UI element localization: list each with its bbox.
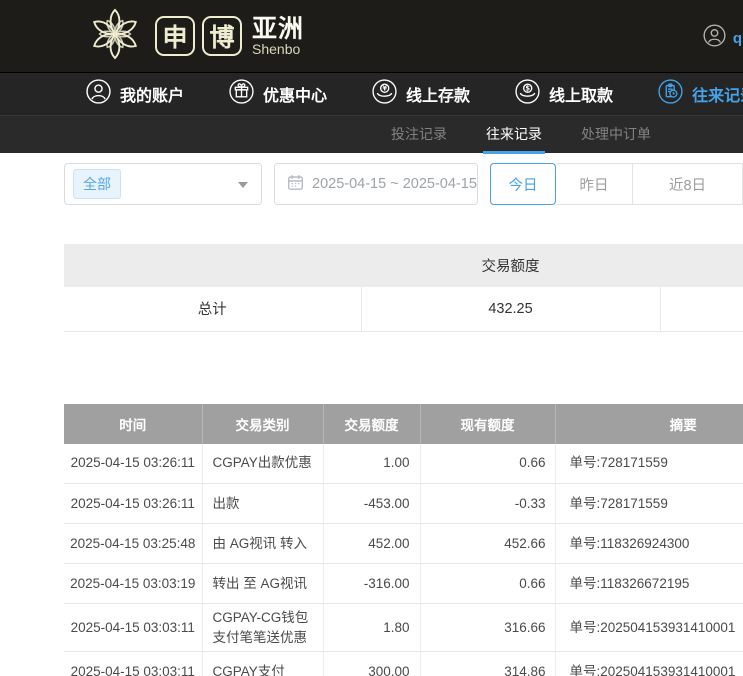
account-area[interactable]: q	[703, 24, 742, 52]
cell-type: 转出 至 AG视讯	[202, 564, 323, 604]
cell-amount: 1.00	[323, 444, 420, 484]
table-row: 2025-04-15 03:03:11 CGPAY-CG钱包支付笔笔送优惠 1.…	[64, 604, 743, 652]
cell-time: 2025-04-15 03:03:19	[64, 564, 202, 604]
table-row: 2025-04-15 03:03:11 CGPAY支付 300.00 314.8…	[64, 652, 743, 676]
nav-item-transaction-records[interactable]: 往来记录	[658, 79, 743, 109]
main-nav: 我的账户 优惠中心 ¥ 线上存款	[0, 72, 743, 115]
cell-amount: -453.00	[323, 484, 420, 524]
summary-total-label: 总计	[64, 287, 361, 331]
header-memo: 摘要	[555, 404, 743, 444]
category-selected-chip[interactable]: 全部	[73, 169, 121, 199]
cell-amount: 1.80	[323, 604, 420, 652]
summary-empty-cell	[660, 287, 743, 331]
date-range-value: 2025-04-15 ~ 2025-04-15	[312, 176, 477, 192]
tab-betting-records[interactable]: 投注记录	[388, 116, 450, 154]
cell-memo: 单号:728171559	[555, 484, 743, 524]
cell-amount: -316.00	[323, 564, 420, 604]
calendar-icon	[287, 174, 304, 195]
nav-item-label: 我的账户	[120, 82, 184, 106]
header-time: 时间	[64, 404, 202, 444]
cell-type: CGPAY-CG钱包支付笔笔送优惠	[202, 604, 323, 652]
nav-item-label: 往来记录	[692, 82, 743, 106]
summary-table: 交易额度 总计 432.25	[64, 244, 743, 332]
cell-time: 2025-04-15 03:26:11	[64, 484, 202, 524]
cell-memo: 单号:202504153931410001	[555, 604, 743, 652]
cell-type: 由 AG视讯 转入	[202, 524, 323, 564]
nav-item-promotions[interactable]: 优惠中心	[229, 79, 327, 109]
summary-header-amount: 交易额度	[361, 244, 660, 287]
table-row: 2025-04-15 03:26:11 CGPAY出款优惠 1.00 0.66 …	[64, 444, 743, 484]
nav-item-withdraw[interactable]: $ 线上取款	[515, 79, 613, 109]
cell-time: 2025-04-15 03:03:11	[64, 652, 202, 676]
today-button[interactable]: 今日	[490, 163, 556, 205]
flower-logo-icon	[84, 5, 146, 68]
logo-char-shen: 申	[155, 16, 195, 56]
cell-type: CGPAY出款优惠	[202, 444, 323, 484]
logo-region: 亚洲 Shenbo	[252, 16, 304, 57]
gift-icon	[229, 79, 254, 109]
cell-memo: 单号:118326924300	[555, 524, 743, 564]
records-table-body: 2025-04-15 03:26:11 CGPAY出款优惠 1.00 0.66 …	[64, 444, 743, 676]
last-8-days-button[interactable]: 近8日	[633, 163, 743, 205]
table-row: 2025-04-15 03:03:19 转出 至 AG视讯 -316.00 0.…	[64, 564, 743, 604]
header-amount: 交易额度	[323, 404, 420, 444]
logo-subtitle: Shenbo	[252, 42, 304, 57]
account-icon[interactable]	[703, 24, 726, 52]
sub-nav: 投注记录 往来记录 处理中订单	[0, 115, 743, 153]
nav-item-label: 线上存款	[406, 82, 470, 106]
nav-item-label: 线上取款	[549, 82, 613, 106]
date-range-input[interactable]: 2025-04-15 ~ 2025-04-15	[274, 163, 478, 205]
header-balance: 现有额度	[420, 404, 555, 444]
yesterday-button[interactable]: 昨日	[556, 163, 633, 205]
logo-region-cn: 亚洲	[252, 16, 304, 42]
logo-char-bo: 博	[202, 16, 242, 56]
cell-balance: 0.66	[420, 564, 555, 604]
summary-header-empty2	[660, 244, 743, 287]
cell-time: 2025-04-15 03:25:48	[64, 524, 202, 564]
cell-memo: 单号:202504153931410001	[555, 652, 743, 676]
nav-item-label: 优惠中心	[263, 82, 327, 106]
deposit-coin-hand-icon: ¥	[372, 79, 397, 109]
cell-time: 2025-04-15 03:26:11	[64, 444, 202, 484]
cell-balance: 452.66	[420, 524, 555, 564]
top-header: 申 博 亚洲 Shenbo q	[0, 0, 743, 72]
username[interactable]: q	[733, 30, 742, 47]
nav-item-my-account[interactable]: 我的账户	[86, 79, 184, 109]
records-header-row: 时间 交易类别 交易额度 现有额度 摘要	[64, 404, 743, 444]
tab-processing-orders[interactable]: 处理中订单	[578, 116, 654, 154]
caret-down-icon	[238, 182, 248, 188]
cell-type: 出款	[202, 484, 323, 524]
cell-amount: 300.00	[323, 652, 420, 676]
records-clipboard-clock-icon	[658, 79, 683, 109]
cell-memo: 单号:118326672195	[555, 564, 743, 604]
summary-total-value: 432.25	[361, 287, 660, 331]
header-type: 交易类别	[202, 404, 323, 444]
table-row: 2025-04-15 03:26:11 出款 -453.00 -0.33 单号:…	[64, 484, 743, 524]
cell-type: CGPAY支付	[202, 652, 323, 676]
svg-text:$: $	[525, 85, 530, 93]
records-table: 时间 交易类别 交易额度 现有额度 摘要 2025-04-15 03:26:11…	[64, 404, 743, 676]
cell-memo: 单号:728171559	[555, 444, 743, 484]
cell-balance: 314.86	[420, 652, 555, 676]
quick-date-buttons: 今日 昨日 近8日	[490, 163, 743, 205]
summary-total-row: 总计 432.25	[64, 287, 743, 331]
cell-amount: 452.00	[323, 524, 420, 564]
svg-text:¥: ¥	[382, 85, 387, 93]
user-icon	[86, 79, 111, 109]
filter-bar: 全部 2025-04-15 ~ 2025-04-15 今日 昨日 近8日	[64, 163, 743, 205]
summary-header-row: 交易额度	[64, 244, 743, 287]
cell-balance: 316.66	[420, 604, 555, 652]
summary-header-empty	[64, 244, 361, 287]
withdraw-coin-hand-icon: $	[515, 79, 540, 109]
cell-balance: 0.66	[420, 444, 555, 484]
tab-transaction-records[interactable]: 往来记录	[483, 116, 545, 154]
table-row: 2025-04-15 03:25:48 由 AG视讯 转入 452.00 452…	[64, 524, 743, 564]
cell-balance: -0.33	[420, 484, 555, 524]
category-select[interactable]: 全部	[64, 163, 262, 205]
nav-item-deposit[interactable]: ¥ 线上存款	[372, 79, 470, 109]
cell-time: 2025-04-15 03:03:11	[64, 604, 202, 652]
